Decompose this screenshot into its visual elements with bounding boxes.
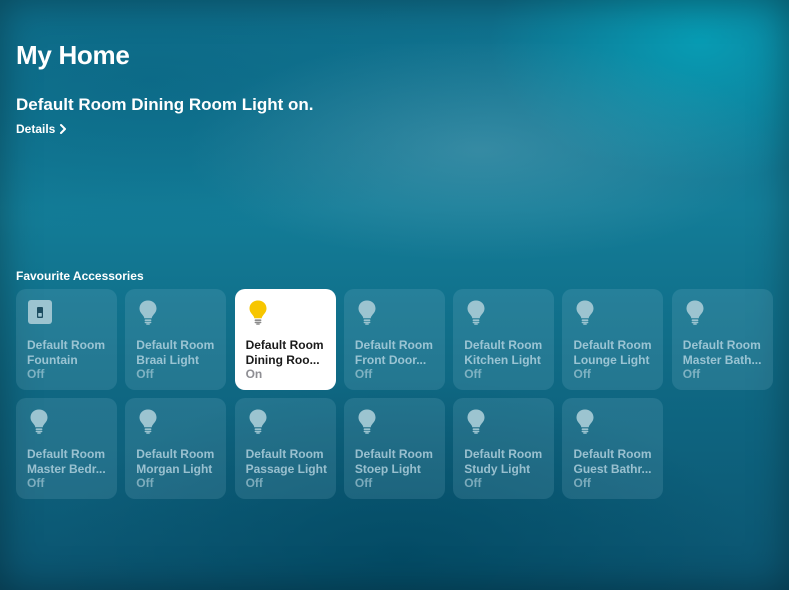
accessory-name: Default Room Front Door... (354, 338, 433, 367)
accessory-state: Off (464, 476, 482, 490)
details-link-label: Details (16, 122, 56, 136)
bulb-icon (246, 299, 270, 325)
bulb-icon (573, 299, 597, 325)
accessory-state: Off (573, 367, 591, 381)
accessory-tile-master-bathroom-light[interactable]: Default Room Master Bath... Off (671, 289, 773, 390)
accessory-state: Off (27, 367, 45, 381)
accessory-state: Off (27, 476, 45, 490)
accessory-tile-lounge-light[interactable]: Default Room Lounge Light Off (562, 289, 664, 390)
accessory-tile-kitchen-light[interactable]: Default Room Kitchen Light Off (453, 289, 555, 390)
accessory-name: Default Room Kitchen Light (464, 338, 543, 367)
bulb-icon (246, 408, 270, 434)
accessory-name: Default Room Study Light (464, 447, 543, 476)
accessory-tile-morgan-light[interactable]: Default Room Morgan Light Off (125, 398, 227, 499)
bulb-icon (464, 299, 488, 325)
accessory-state: Off (245, 476, 263, 490)
accessory-name: Default Room Master Bath... (682, 338, 762, 367)
accessory-state: On (245, 367, 263, 381)
bulb-icon (355, 299, 379, 325)
accessory-name: Default Room Morgan Light (136, 447, 215, 476)
accessory-state: Off (136, 367, 154, 381)
accessory-name: Default Room Passage Light (245, 447, 327, 476)
bulb-icon (683, 299, 707, 325)
bulb-icon (136, 408, 160, 434)
accessory-tile-study-light[interactable]: Default Room Study Light Off (453, 398, 555, 499)
accessory-tile-stoep-light[interactable]: Default Room Stoep Light Off (343, 398, 445, 499)
accessory-name: Default Room Dining Roo... (245, 338, 324, 367)
page-title: My Home (16, 40, 130, 70)
accessory-state: Off (354, 367, 373, 381)
accessory-state: Off (136, 476, 154, 490)
accessory-tile-fountain[interactable]: Default Room Fountain Off (16, 289, 117, 390)
accessory-tile-passage-light[interactable]: Default Room Passage Light Off (234, 398, 336, 499)
accessory-state: Off (354, 476, 373, 490)
bulb-icon (136, 299, 160, 325)
accessory-tile-master-bedroom-light[interactable]: Default Room Master Bedr... Off (16, 398, 117, 499)
accessory-state: Off (682, 367, 701, 381)
accessory-name: Default Room Master Bedr... (27, 447, 106, 476)
status-message: Default Room Dining Room Light on. (16, 95, 314, 114)
accessory-grid: Default Room Fountain Off Default Room B… (16, 289, 776, 499)
bulb-icon (464, 408, 488, 434)
accessory-tile-guest-bathroom-light[interactable]: Default Room Guest Bathr... Off (562, 398, 664, 499)
accessory-tile-front-door-light[interactable]: Default Room Front Door... Off (343, 289, 445, 390)
accessory-state: Off (573, 476, 591, 490)
accessory-name: Default Room Guest Bathr... (573, 447, 652, 476)
bulb-icon (355, 408, 379, 434)
bulb-icon (573, 408, 597, 434)
accessory-tile-dining-room-light[interactable]: Default Room Dining Roo... On (234, 289, 336, 390)
favourite-accessories-heading: Favourite Accessories (16, 269, 144, 283)
bulb-icon (27, 408, 51, 434)
accessory-name: Default Room Fountain (27, 338, 105, 367)
accessory-name: Default Room Stoep Light (354, 447, 433, 476)
chevron-right-icon (60, 124, 67, 134)
details-link[interactable]: Details (16, 122, 68, 136)
accessory-state: Off (464, 367, 482, 381)
switch-icon (27, 299, 52, 325)
accessory-name: Default Room Braai Light (136, 338, 215, 367)
accessory-name: Default Room Lounge Light (573, 338, 652, 367)
accessory-tile-braai-light[interactable]: Default Room Braai Light Off (125, 289, 227, 390)
